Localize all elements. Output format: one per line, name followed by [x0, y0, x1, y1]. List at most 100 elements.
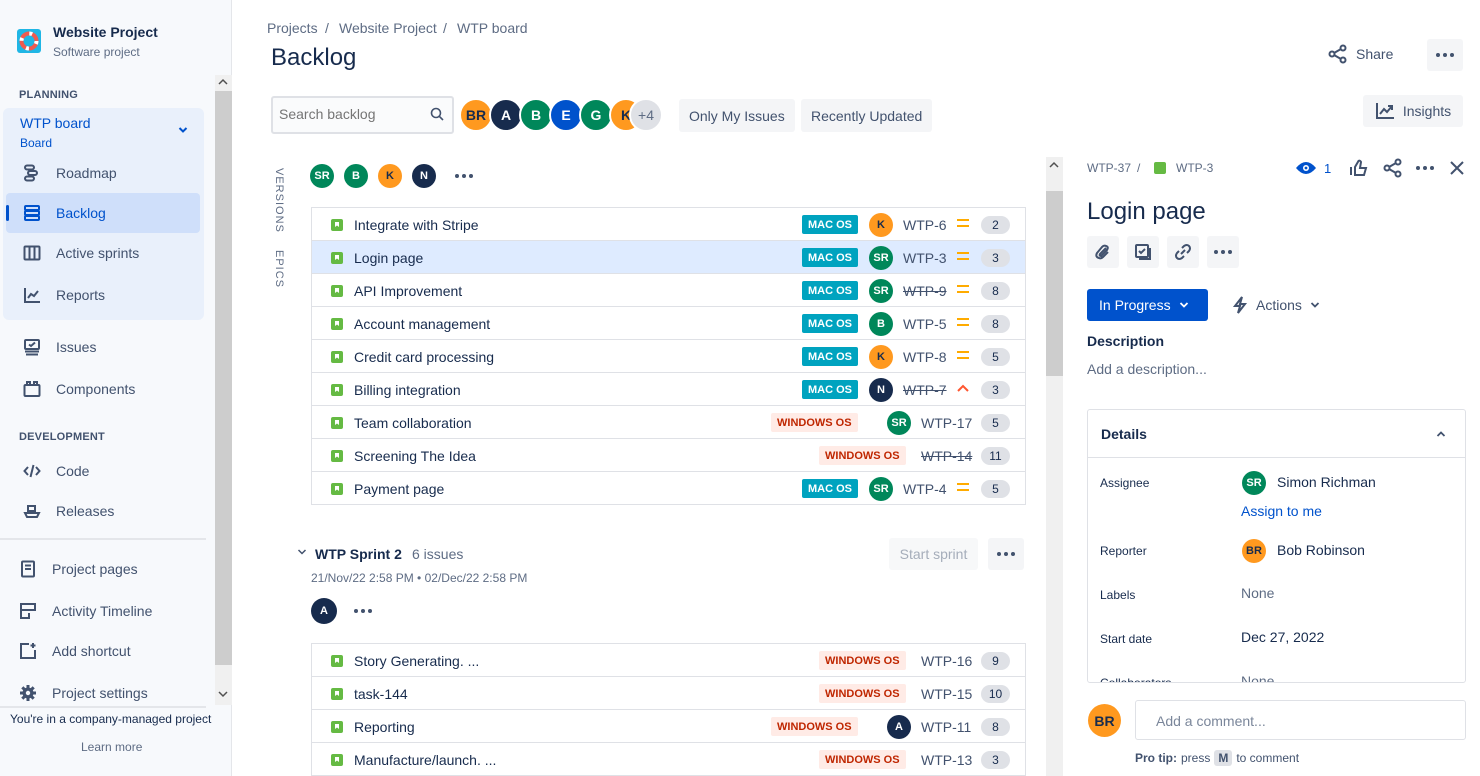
- like-icon[interactable]: [1349, 158, 1369, 178]
- sidebar-item-reports[interactable]: Reports: [6, 275, 200, 315]
- issue-row[interactable]: Screening The Idea WINDOWS OS WTP-14 11: [312, 439, 1025, 472]
- breadcrumb-board[interactable]: WTP board: [457, 20, 528, 36]
- sidebar-item-add-shortcut[interactable]: Add shortcut: [6, 631, 200, 671]
- board-name[interactable]: WTP board: [20, 115, 91, 131]
- assignee-avatar[interactable]: SR: [869, 279, 893, 303]
- recently-updated-filter[interactable]: Recently Updated: [801, 99, 933, 132]
- assignee-avatar[interactable]: K: [869, 345, 893, 369]
- group-more-icon[interactable]: [455, 174, 473, 178]
- more-tools-button[interactable]: [1207, 236, 1239, 268]
- sidebar-item-activity-timeline[interactable]: Activity Timeline: [6, 591, 200, 631]
- details-header[interactable]: Details: [1088, 410, 1465, 458]
- issue-label[interactable]: WINDOWS OS: [819, 684, 906, 703]
- chevron-down-icon[interactable]: [297, 548, 307, 556]
- avatar[interactable]: SR: [310, 164, 334, 188]
- backlog-scrollbar-thumb[interactable]: [1046, 191, 1063, 376]
- issue-label[interactable]: MAC OS: [802, 314, 858, 333]
- scroll-up-icon[interactable]: [1049, 161, 1059, 169]
- chevron-down-icon[interactable]: [177, 124, 189, 136]
- issue-row[interactable]: Story Generating. ... WINDOWS OS WTP-16 9: [312, 644, 1025, 677]
- issue-label[interactable]: WINDOWS OS: [819, 446, 906, 465]
- assignee-avatar[interactable]: SR: [887, 411, 911, 435]
- attach-button[interactable]: [1087, 236, 1119, 268]
- assignee-filter-avatar[interactable]: E: [549, 98, 583, 132]
- issue-row[interactable]: Login page MAC OS SR WTP-3 3: [312, 241, 1025, 274]
- issue-label[interactable]: WINDOWS OS: [819, 651, 906, 670]
- comment-input[interactable]: Add a comment...: [1135, 700, 1466, 740]
- issue-key[interactable]: WTP-6: [903, 217, 947, 233]
- issue-key[interactable]: WTP-3: [903, 250, 947, 266]
- assignee-filter-avatar[interactable]: G: [579, 98, 613, 132]
- avatar[interactable]: B: [344, 164, 368, 188]
- add-child-issue-button[interactable]: [1127, 236, 1159, 268]
- scroll-down-icon[interactable]: [218, 690, 228, 698]
- avatar[interactable]: K: [378, 164, 402, 188]
- sidebar-scrollbar-thumb[interactable]: [215, 91, 232, 665]
- more-avatars-button[interactable]: +4: [629, 98, 663, 132]
- issue-key[interactable]: WTP-16: [921, 653, 972, 669]
- issue-row[interactable]: Team collaboration WINDOWS OS SR WTP-17 5: [312, 406, 1025, 439]
- avatar[interactable]: N: [412, 164, 436, 188]
- issue-row[interactable]: Manufacture/launch. ... WINDOWS OS WTP-13 3: [312, 743, 1025, 776]
- issue-row[interactable]: task-144 WINDOWS OS WTP-15 10: [312, 677, 1025, 710]
- sidebar-item-releases[interactable]: Releases: [6, 491, 200, 531]
- issue-label[interactable]: MAC OS: [802, 248, 858, 267]
- close-icon[interactable]: [1449, 160, 1465, 176]
- learn-more-link[interactable]: Learn more: [81, 740, 142, 754]
- link-issue-button[interactable]: [1167, 236, 1199, 268]
- watch-eye-icon[interactable]: [1295, 160, 1317, 176]
- sidebar-item-components[interactable]: Components: [6, 369, 200, 409]
- breadcrumb-project[interactable]: Website Project: [339, 20, 437, 36]
- issue-key[interactable]: WTP-4: [903, 481, 947, 497]
- start-date-value[interactable]: Dec 27, 2022: [1241, 629, 1324, 645]
- assignee-value[interactable]: Simon Richman: [1277, 474, 1376, 490]
- issue-key[interactable]: WTP-5: [903, 316, 947, 332]
- assignee-filter-avatar[interactable]: BR: [459, 98, 493, 132]
- sidebar-item-roadmap[interactable]: Roadmap: [6, 153, 200, 193]
- assignee-avatar[interactable]: B: [869, 312, 893, 336]
- avatar[interactable]: A: [311, 598, 337, 624]
- issue-row[interactable]: Integrate with Stripe MAC OS K WTP-6 2: [312, 208, 1025, 241]
- sidebar-item-backlog[interactable]: Backlog: [6, 193, 200, 233]
- search-input[interactable]: [279, 106, 419, 122]
- reporter-value[interactable]: Bob Robinson: [1277, 542, 1365, 558]
- assignee-avatar[interactable]: K: [869, 213, 893, 237]
- breadcrumb-projects[interactable]: Projects: [267, 20, 318, 36]
- versions-tab[interactable]: VERSIONS: [273, 168, 285, 233]
- labels-value[interactable]: None: [1241, 585, 1274, 601]
- issue-title[interactable]: Login page: [1087, 198, 1206, 226]
- issue-key[interactable]: WTP-15: [921, 686, 972, 702]
- description-field[interactable]: Add a description...: [1087, 361, 1207, 377]
- issue-row[interactable]: Reporting WINDOWS OS A WTP-11 8: [312, 710, 1025, 743]
- issue-key[interactable]: WTP-8: [903, 349, 947, 365]
- only-my-issues-filter[interactable]: Only My Issues: [679, 99, 795, 132]
- search-backlog-field[interactable]: [271, 96, 454, 134]
- sprint-more-button[interactable]: [988, 538, 1024, 570]
- issue-label[interactable]: MAC OS: [802, 380, 858, 399]
- sidebar-item-project-pages[interactable]: Project pages: [6, 549, 200, 589]
- sidebar-item-code[interactable]: Code: [6, 451, 200, 491]
- sidebar-item-active-sprints[interactable]: Active sprints: [6, 233, 200, 273]
- issue-row[interactable]: Payment page MAC OS SR WTP-4 5: [312, 472, 1025, 505]
- scroll-up-icon[interactable]: [218, 78, 228, 86]
- assign-to-me-link[interactable]: Assign to me: [1241, 503, 1322, 519]
- project-name[interactable]: Website Project: [53, 24, 158, 40]
- issue-key[interactable]: WTP-13: [921, 752, 972, 768]
- issue-row[interactable]: Credit card processing MAC OS K WTP-8 5: [312, 340, 1025, 373]
- issue-label[interactable]: MAC OS: [802, 347, 858, 366]
- share-button[interactable]: Share: [1328, 44, 1393, 64]
- more-actions-button[interactable]: [1427, 39, 1463, 71]
- chevron-up-icon[interactable]: [1436, 430, 1446, 438]
- issue-key-link[interactable]: WTP-3: [1176, 161, 1213, 175]
- issue-row[interactable]: Account management MAC OS B WTP-5 8: [312, 307, 1025, 340]
- assignee-avatar[interactable]: SR: [869, 246, 893, 270]
- issue-label[interactable]: MAC OS: [802, 215, 858, 234]
- issue-key[interactable]: WTP-9: [903, 283, 947, 299]
- issue-key[interactable]: WTP-11: [921, 719, 971, 735]
- collaborators-value[interactable]: None: [1241, 673, 1274, 682]
- issue-row[interactable]: API Improvement MAC OS SR WTP-9 8: [312, 274, 1025, 307]
- issue-key[interactable]: WTP-17: [921, 415, 972, 431]
- issue-label[interactable]: WINDOWS OS: [771, 717, 858, 736]
- issue-label[interactable]: WINDOWS OS: [771, 413, 858, 432]
- status-dropdown[interactable]: In Progress: [1087, 289, 1208, 321]
